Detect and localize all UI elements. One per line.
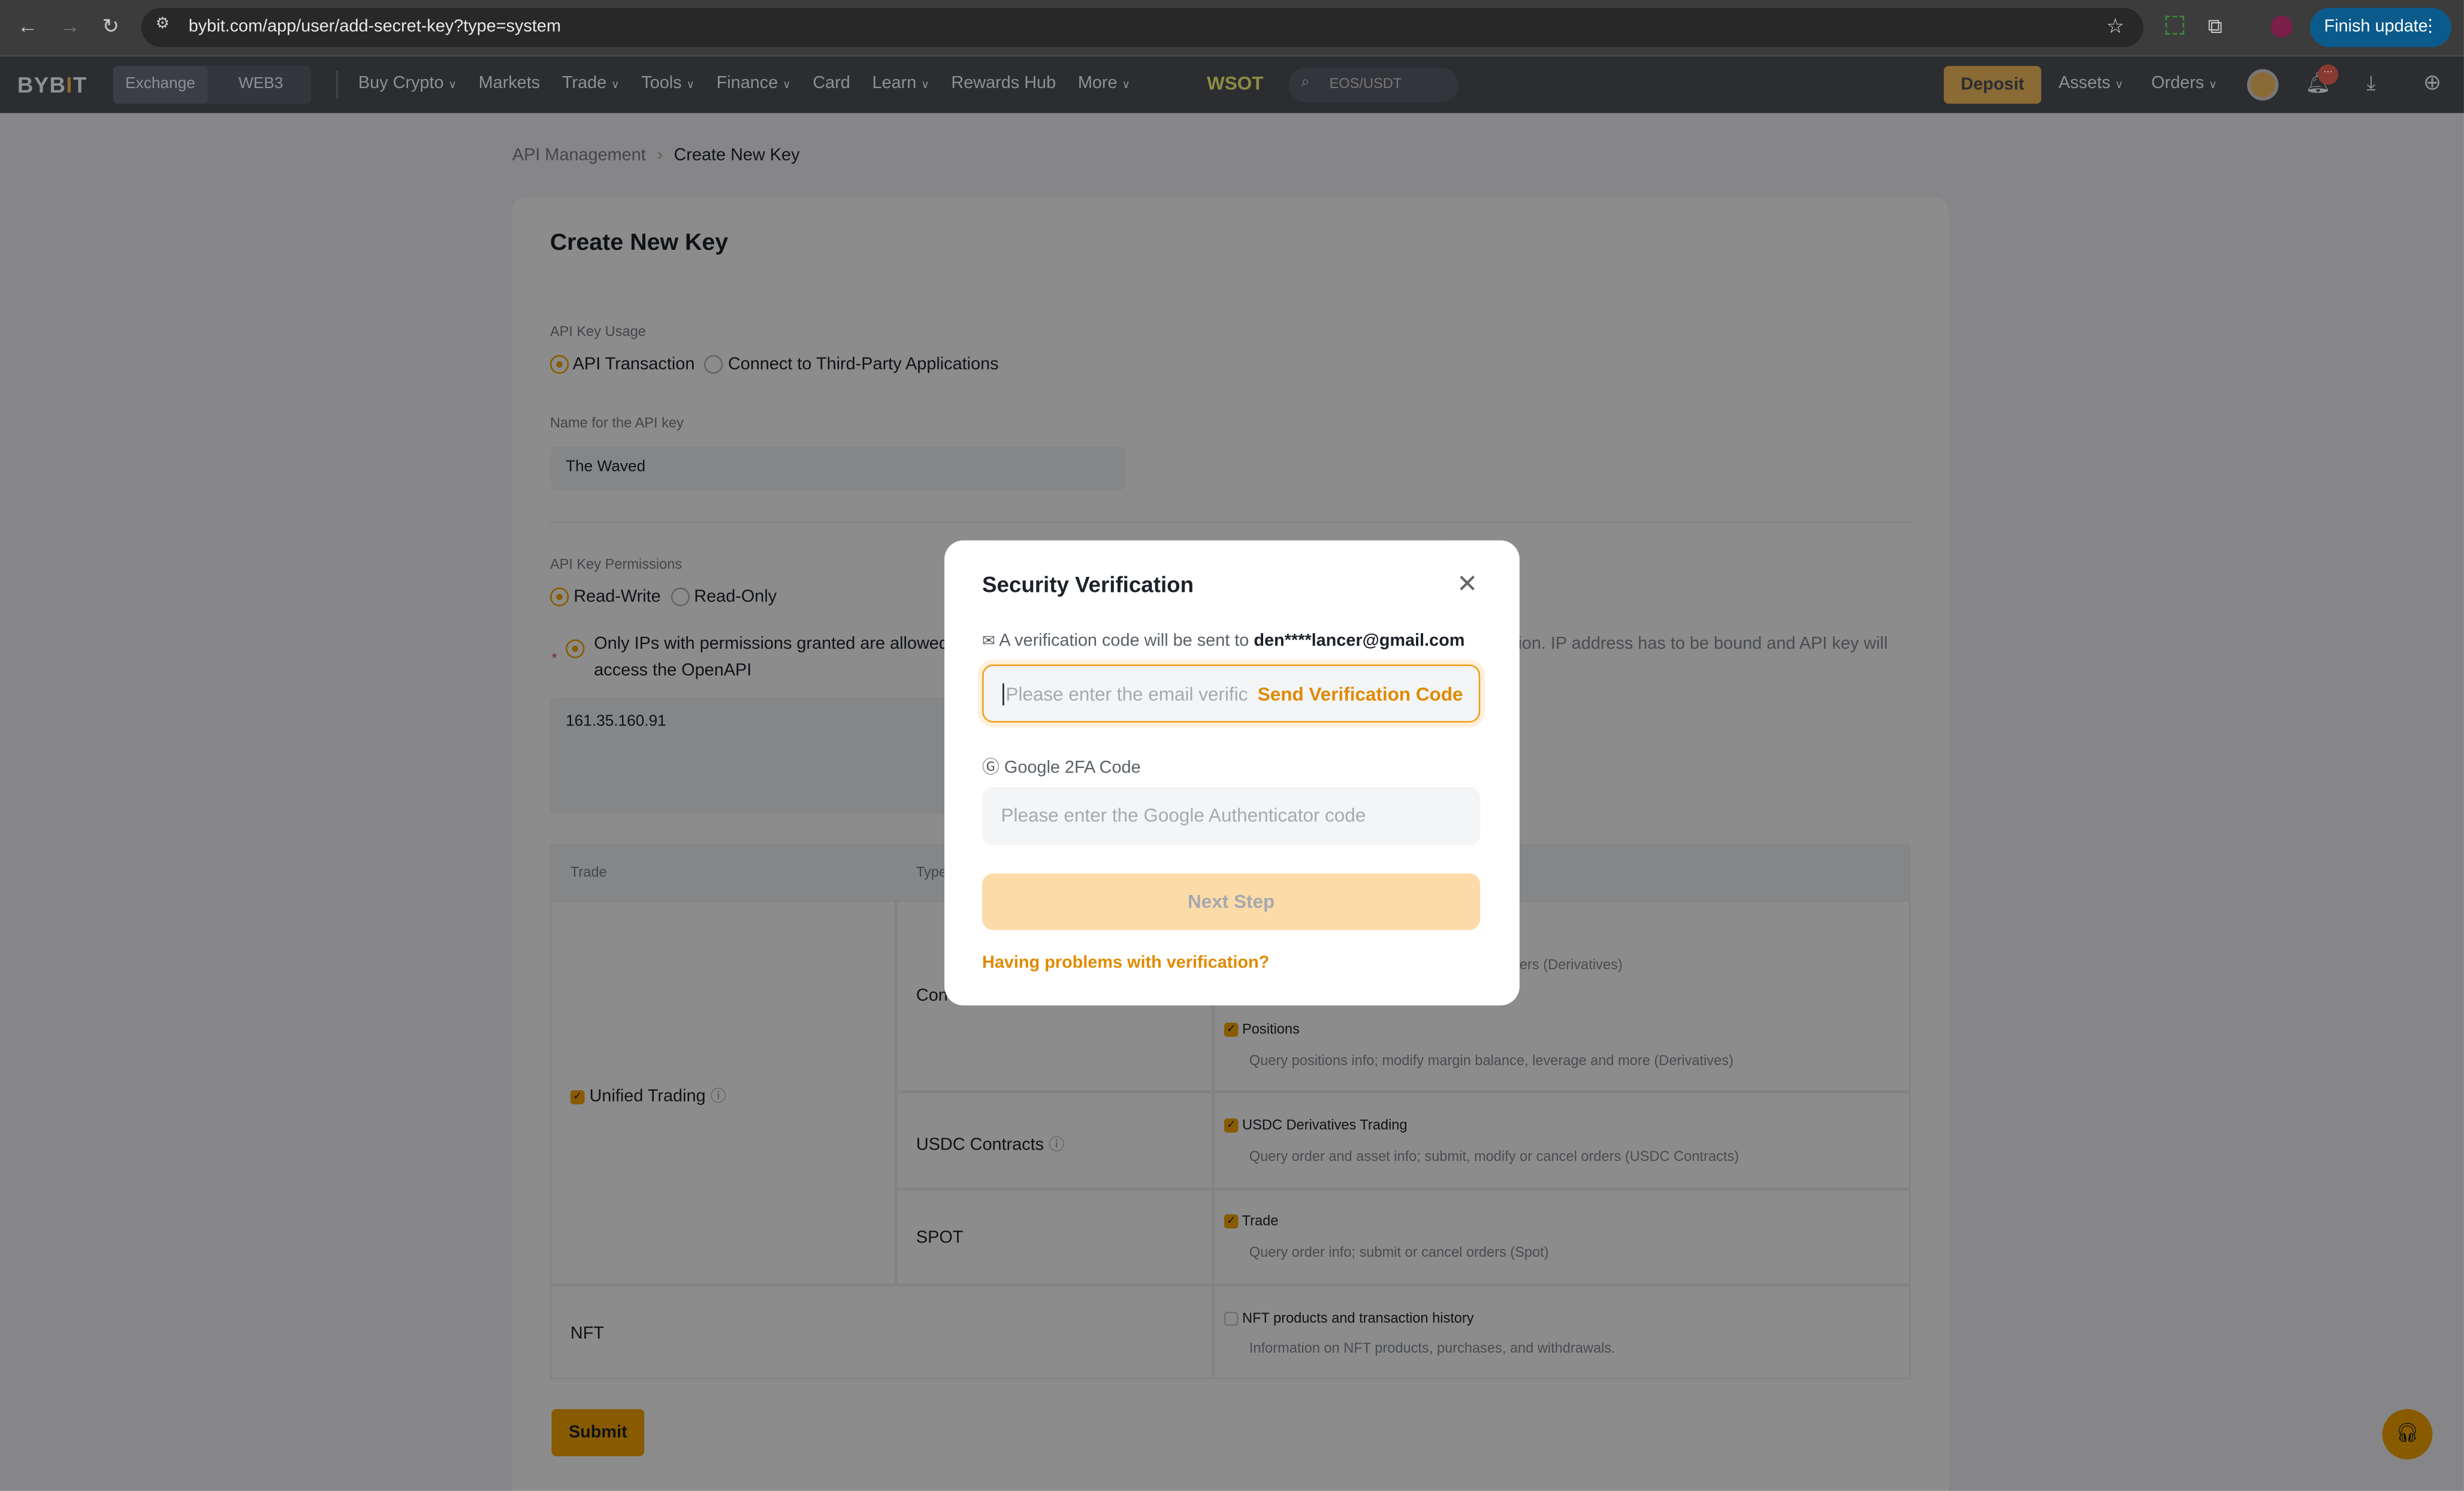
globe-icon[interactable]: ⊕ (2423, 69, 2442, 96)
nav-item-more[interactable]: More ∨ (1078, 74, 1130, 92)
nav-item-label: Tools (641, 74, 682, 93)
nav-item-label: Buy Crypto (358, 74, 444, 93)
notification-badge: ... (2318, 64, 2339, 85)
nav-item-label: Learn (872, 74, 917, 93)
nav-item-label: Trade (561, 74, 607, 93)
chevron-down-icon: ∨ (686, 80, 694, 92)
nav-item-label: Card (813, 74, 850, 93)
bookmark-star-icon[interactable]: ☆ (2106, 14, 2125, 40)
chevron-down-icon: ∨ (611, 80, 620, 92)
bybit-logo[interactable]: BYBIT (17, 72, 87, 98)
chevron-down-icon: ∨ (783, 80, 791, 92)
top-nav: BYBIT Exchange WEB3 Buy Crypto ∨ Markets Tr… (0, 56, 2464, 113)
nav-item-tools[interactable]: Tools ∨ (641, 74, 694, 92)
browser-toolbar: ← → ↻ ⚙ bybit.com/app/user/add-secret-ke… (0, 0, 2464, 57)
nav-item-finance[interactable]: Finance ∨ (717, 74, 791, 92)
finish-update-button[interactable]: Finish update ⋮ (2309, 8, 2451, 47)
search-placeholder: EOS/USDT (1329, 75, 1402, 92)
verification-info: ✉ A verification code will be sent to de… (982, 631, 1464, 650)
search-icon: ⌕ (1301, 74, 1310, 92)
security-verification-modal: Security Verification ✕ ✉ A verification… (944, 540, 1520, 1006)
modal-title: Security Verification (982, 571, 1194, 597)
close-icon[interactable]: ✕ (1457, 568, 1478, 600)
address-bar[interactable]: ⚙ bybit.com/app/user/add-secret-key?type… (141, 8, 2143, 47)
profile-avatar[interactable] (2270, 16, 2293, 38)
chevron-down-icon: ∨ (2209, 80, 2217, 92)
orders-label: Orders (2151, 74, 2205, 93)
masked-email: den****lancer@gmail.com (1254, 631, 1465, 651)
tab-web3[interactable]: WEB3 (217, 75, 305, 93)
next-step-button[interactable]: Next Step (982, 873, 1481, 930)
email-code-placeholder: Please enter the email verific (1002, 683, 1248, 706)
chevron-down-icon: ∨ (921, 80, 929, 92)
info-prefix: A verification code will be sent to (999, 631, 1249, 651)
divider (336, 71, 338, 99)
download-icon[interactable]: ⤓ (2366, 71, 2375, 96)
extensions-icon[interactable]: ⧉ (2208, 14, 2222, 40)
nav-item-rewards-hub[interactable]: Rewards Hub (951, 74, 1056, 92)
chevron-down-icon: ∨ (448, 80, 457, 92)
reload-icon[interactable]: ↻ (102, 14, 119, 40)
url-text: bybit.com/app/user/add-secret-key?type=s… (188, 17, 561, 37)
nav-item-label: More (1077, 74, 1118, 93)
screenshot-icon[interactable] (2165, 16, 2185, 35)
deposit-button[interactable]: Deposit (1943, 66, 2042, 104)
wsot-promo[interactable]: WSOT (1207, 72, 1263, 95)
email-code-input[interactable]: Please enter the email verific Send Veri… (982, 664, 1481, 723)
verification-help-link[interactable]: Having problems with verification? (982, 954, 1269, 972)
nav-item-markets[interactable]: Markets (479, 74, 540, 92)
tab-exchange[interactable]: Exchange (113, 66, 208, 104)
google-code-input[interactable]: Please enter the Google Authenticator co… (982, 787, 1481, 845)
back-icon[interactable]: ← (17, 14, 38, 38)
send-code-button[interactable]: Send Verification Code (1258, 683, 1463, 706)
google-2fa-label: Ⓖ Google 2FA Code (982, 754, 1141, 779)
menu-dots-icon[interactable]: ⋮ (2421, 16, 2439, 36)
screen: ← → ↻ ⚙ bybit.com/app/user/add-secret-ke… (0, 0, 2464, 1491)
chevron-down-icon: ∨ (2115, 80, 2124, 92)
nav-item-card[interactable]: Card (813, 74, 850, 92)
exchange-web3-switch: Exchange WEB3 (113, 66, 312, 104)
search-input[interactable]: ⌕ EOS/USDT (1288, 67, 1459, 102)
user-avatar[interactable] (2247, 69, 2279, 101)
forward-icon[interactable]: → (60, 14, 80, 38)
google-icon: Ⓖ (982, 758, 1000, 778)
finish-update-label: Finish update (2324, 17, 2428, 37)
nav-item-label: Markets (478, 74, 540, 93)
nav-item-label: Rewards Hub (951, 74, 1056, 93)
google-code-placeholder: Please enter the Google Authenticator co… (1001, 804, 1366, 827)
orders-menu[interactable]: Orders ∨ (2151, 74, 2217, 92)
nav-item-buy-crypto[interactable]: Buy Crypto ∨ (358, 74, 457, 92)
nav-item-label: Finance (716, 74, 778, 93)
assets-menu[interactable]: Assets ∨ (2058, 74, 2123, 92)
chevron-down-icon: ∨ (1122, 80, 1130, 92)
mail-icon: ✉ (982, 633, 996, 651)
nav-item-trade[interactable]: Trade ∨ (562, 74, 620, 92)
nav-item-learn[interactable]: Learn ∨ (872, 74, 929, 92)
google-label-text: Google 2FA Code (1004, 758, 1141, 778)
assets-label: Assets (2058, 74, 2110, 93)
site-settings-icon[interactable]: ⚙ (156, 16, 170, 33)
nav-menu: Buy Crypto ∨ Markets Trade ∨ Tools ∨ Finance ∨ Ca… (358, 74, 1130, 92)
